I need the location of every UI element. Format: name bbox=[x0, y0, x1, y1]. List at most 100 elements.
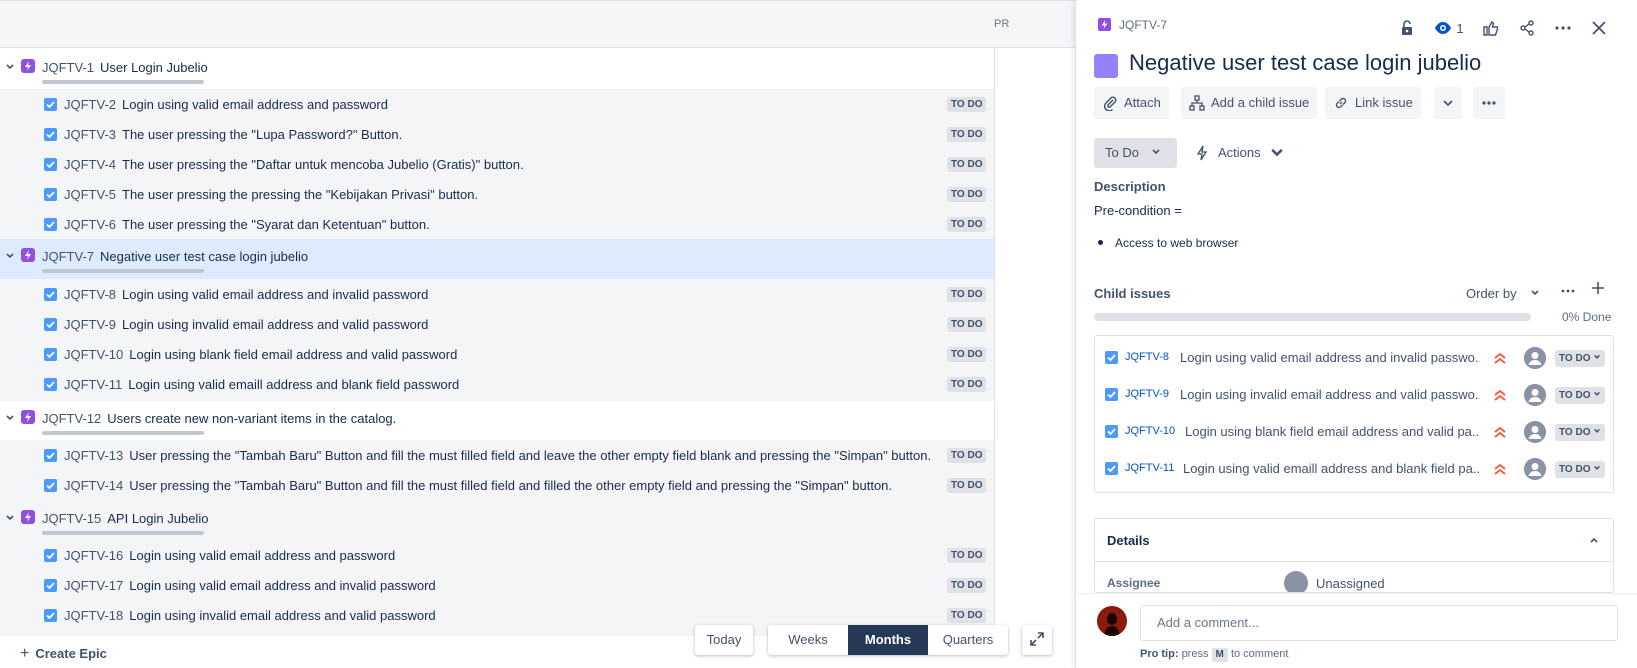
epic-summary[interactable]: API Login Jubelio bbox=[107, 511, 208, 526]
issue-row[interactable]: JQFTV-8 Login using valid email address a… bbox=[0, 279, 995, 309]
description-bullet[interactable]: Access to web browser bbox=[1098, 236, 1238, 250]
range-quarters[interactable]: Quarters bbox=[928, 625, 1008, 655]
issue-key-summary[interactable]: JQFTV-16 Login using valid email address … bbox=[64, 548, 395, 563]
issue-key-summary[interactable]: JQFTV-6 The user pressing the "Syarat dan… bbox=[64, 217, 430, 232]
issue-row[interactable]: JQFTV-17 Login using valid email address … bbox=[0, 570, 995, 600]
child-issue-row[interactable]: JQFTV-8 Login using valid email address a… bbox=[1095, 338, 1613, 376]
epic-summary[interactable]: Negative user test case login jubelio bbox=[100, 249, 308, 264]
child-issue-row[interactable]: JQFTV-10 Login using blank field email ad… bbox=[1095, 412, 1613, 450]
chevron-up-icon[interactable] bbox=[1589, 535, 1599, 545]
issue-row[interactable]: JQFTV-9 Login using invalid email address… bbox=[0, 309, 995, 339]
child-issue-summary[interactable]: Login using invalid email address and va… bbox=[1180, 387, 1480, 402]
child-issue-summary[interactable]: Login using valid emaill address and bla… bbox=[1183, 461, 1480, 476]
like-button[interactable] bbox=[1473, 14, 1509, 42]
today-button[interactable]: Today bbox=[695, 625, 753, 655]
child-issue-key[interactable]: JQFTV-9 bbox=[1125, 388, 1169, 400]
epic-key[interactable]: JQFTV-12 Users create new non-variant ite… bbox=[42, 411, 396, 426]
epic-summary[interactable]: User Login Jubelio bbox=[100, 60, 208, 75]
create-epic-button[interactable]: + Create Epic bbox=[20, 645, 107, 663]
epic-key[interactable]: JQFTV-7 Negative user test case login jub… bbox=[42, 249, 308, 264]
watch-button[interactable]: 1 bbox=[1425, 14, 1473, 42]
child-status-dropdown[interactable]: TO DO bbox=[1555, 387, 1605, 404]
issue-key-summary[interactable]: JQFTV-4 The user pressing the "Daftar unt… bbox=[64, 157, 524, 172]
issue-row[interactable]: JQFTV-4 The user pressing the "Daftar unt… bbox=[0, 149, 995, 179]
issue-row[interactable]: JQFTV-16 Login using valid email address … bbox=[0, 540, 995, 570]
epic-row[interactable]: JQFTV-1 User Login Jubelio bbox=[0, 50, 1075, 88]
epic-icon bbox=[21, 510, 35, 524]
chevron-down-icon[interactable] bbox=[5, 251, 15, 261]
chevron-down-icon[interactable] bbox=[5, 413, 15, 423]
child-issue-row[interactable]: JQFTV-9 Login using invalid email address… bbox=[1095, 375, 1613, 413]
child-issue-summary[interactable]: Login using blank field email address an… bbox=[1185, 424, 1480, 439]
order-by-dropdown[interactable]: Order by bbox=[1466, 286, 1540, 301]
child-status-dropdown[interactable]: TO DO bbox=[1555, 461, 1605, 478]
issue-row[interactable]: JQFTV-6 The user pressing the "Syarat dan… bbox=[0, 209, 995, 239]
unassigned-avatar[interactable] bbox=[1524, 458, 1546, 480]
issue-row[interactable]: JQFTV-3 The user pressing the "Lupa Passw… bbox=[0, 119, 995, 149]
comment-input[interactable]: Add a comment... bbox=[1140, 605, 1618, 641]
child-issues-more-button[interactable] bbox=[1560, 283, 1576, 302]
fullscreen-button[interactable] bbox=[1022, 625, 1052, 655]
add-child-issue-button[interactable]: Add a child issue bbox=[1181, 87, 1318, 119]
epic-row[interactable]: JQFTV-15 API Login Jubelio bbox=[0, 501, 1075, 539]
issue-row[interactable]: JQFTV-2 Login using valid email address a… bbox=[0, 89, 995, 119]
child-issue-summary[interactable]: Login using valid email address and inva… bbox=[1180, 350, 1480, 365]
epic-key[interactable]: JQFTV-1 User Login Jubelio bbox=[42, 60, 208, 75]
lock-button[interactable] bbox=[1389, 14, 1425, 42]
issue-row[interactable]: JQFTV-10 Login using blank field email ad… bbox=[0, 339, 995, 369]
assignee-value[interactable]: Unassigned bbox=[1316, 576, 1385, 591]
range-weeks[interactable]: Weeks bbox=[768, 625, 848, 655]
attach-button[interactable]: Attach bbox=[1094, 87, 1169, 119]
priority-highest-icon[interactable] bbox=[1492, 387, 1508, 403]
epic-key[interactable]: JQFTV-15 API Login Jubelio bbox=[42, 511, 208, 526]
priority-highest-icon[interactable] bbox=[1492, 350, 1508, 366]
issue-row[interactable]: JQFTV-11 Login using valid emaill address… bbox=[0, 369, 995, 399]
child-issue-key[interactable]: JQFTV-10 bbox=[1125, 425, 1175, 437]
chevron-down-icon[interactable] bbox=[5, 62, 15, 72]
priority-highest-icon[interactable] bbox=[1492, 424, 1508, 440]
unassigned-avatar[interactable] bbox=[1524, 384, 1546, 406]
child-status-label: TO DO bbox=[1559, 353, 1591, 364]
issue-key-summary[interactable]: JQFTV-10 Login using blank field email ad… bbox=[64, 347, 457, 362]
epic-summary[interactable]: Users create new non-variant items in th… bbox=[107, 411, 396, 426]
unassigned-avatar[interactable] bbox=[1524, 347, 1546, 369]
epic-row[interactable]: JQFTV-12 Users create new non-variant ite… bbox=[0, 401, 1075, 439]
issue-key-summary[interactable]: JQFTV-17 Login using valid email address … bbox=[64, 578, 436, 593]
add-child-issue-plus[interactable] bbox=[1590, 280, 1606, 299]
share-button[interactable] bbox=[1509, 14, 1545, 42]
child-issue-key[interactable]: JQFTV-11 bbox=[1125, 462, 1174, 474]
issue-key-summary[interactable]: JQFTV-14 User pressing the "Tambah Baru" … bbox=[64, 478, 892, 493]
details-heading[interactable]: Details bbox=[1107, 533, 1150, 548]
range-months[interactable]: Months bbox=[848, 625, 928, 655]
issue-key-summary[interactable]: JQFTV-11 Login using valid emaill address… bbox=[64, 377, 459, 392]
issue-row[interactable]: JQFTV-5 The user pressing the pressing th… bbox=[0, 179, 995, 209]
description-text[interactable]: Pre-condition = bbox=[1094, 203, 1182, 218]
issue-title[interactable]: Negative user test case login jubelio bbox=[1129, 50, 1481, 76]
priority-highest-icon[interactable] bbox=[1492, 461, 1508, 477]
child-status-dropdown[interactable]: TO DO bbox=[1555, 424, 1605, 441]
issue-key-summary[interactable]: JQFTV-9 Login using invalid email address… bbox=[64, 317, 428, 332]
unassigned-avatar[interactable] bbox=[1524, 421, 1546, 443]
link-issue-dropdown[interactable] bbox=[1434, 87, 1462, 119]
link-issue-button[interactable]: Link issue bbox=[1325, 87, 1421, 119]
issue-key-summary[interactable]: JQFTV-13 User pressing the "Tambah Baru" … bbox=[64, 448, 931, 463]
child-issue-key[interactable]: JQFTV-8 bbox=[1125, 351, 1169, 363]
more-actions-button[interactable] bbox=[1545, 14, 1581, 42]
issue-key-summary[interactable]: JQFTV-5 The user pressing the pressing th… bbox=[64, 187, 478, 202]
close-button[interactable] bbox=[1581, 14, 1617, 42]
issue-key-summary[interactable]: JQFTV-2 Login using valid email address a… bbox=[64, 97, 388, 112]
issue-row[interactable]: JQFTV-14 User pressing the "Tambah Baru" … bbox=[0, 470, 995, 500]
chevron-down-icon[interactable] bbox=[5, 513, 15, 523]
child-status-dropdown[interactable]: TO DO bbox=[1555, 350, 1605, 367]
child-issue-row[interactable]: JQFTV-11 Login using valid emaill address… bbox=[1095, 449, 1613, 487]
epic-row[interactable]: JQFTV-7 Negative user test case login jub… bbox=[0, 239, 1075, 277]
actions-dropdown[interactable]: Actions bbox=[1194, 138, 1293, 168]
issue-row[interactable]: JQFTV-13 User pressing the "Tambah Baru" … bbox=[0, 440, 995, 470]
epic-color-swatch[interactable] bbox=[1094, 54, 1118, 78]
issue-key-summary[interactable]: JQFTV-8 Login using valid email address a… bbox=[64, 287, 428, 302]
status-dropdown[interactable]: To Do bbox=[1094, 138, 1177, 168]
more-issue-actions-button[interactable] bbox=[1473, 87, 1505, 119]
issue-key-breadcrumb[interactable]: JQFTV-7 bbox=[1098, 18, 1167, 32]
issue-key-summary[interactable]: JQFTV-3 The user pressing the "Lupa Passw… bbox=[64, 127, 402, 142]
issue-key-summary[interactable]: JQFTV-18 Login using invalid email addres… bbox=[64, 608, 436, 623]
